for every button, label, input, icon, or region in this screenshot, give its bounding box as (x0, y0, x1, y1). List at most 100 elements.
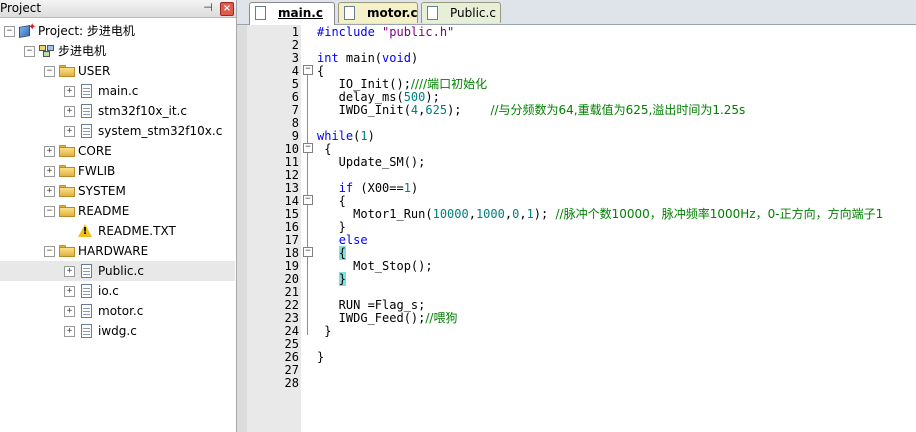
expand-icon[interactable]: + (44, 186, 55, 197)
expand-icon[interactable]: + (64, 306, 75, 317)
file-icon (344, 6, 355, 20)
tree-item[interactable]: + SYSTEM (0, 181, 235, 201)
fold-toggle-icon[interactable]: − (303, 65, 313, 75)
code-token: (X00== (353, 181, 404, 195)
collapse-icon[interactable]: − (4, 26, 15, 37)
code-token: , (468, 207, 476, 221)
collapse-icon[interactable]: − (44, 246, 55, 257)
code-token: "public.h" (382, 25, 455, 39)
code-line: IWDG_Feed();//喂狗 (317, 312, 912, 325)
collapse-icon[interactable]: − (44, 66, 55, 77)
code-comment: ////端口初始化 (410, 77, 488, 91)
tree-item[interactable]: + motor.c (0, 301, 235, 321)
file-icon (78, 303, 96, 319)
code-token: , (519, 207, 527, 221)
code-token: 625 (425, 103, 448, 117)
line-numbers: 1 2 3 4 5 6 7 8 9 10 11 12 13 14 15 16 17 18 19 20 21 22 23 24 2… (247, 26, 299, 390)
tab-main-c[interactable]: main.c (249, 2, 335, 25)
code-token: ); (447, 103, 491, 117)
code-token: ) (410, 181, 419, 195)
code-token: delay_ms( (317, 90, 404, 104)
tree-item[interactable]: − 步进电机 (0, 41, 235, 61)
code-token: void (382, 51, 411, 65)
tree-item-label: main.c (98, 84, 139, 98)
tree-item-label: stm32f10x_it.c (98, 104, 187, 118)
tree-item[interactable]: + io.c (0, 281, 235, 301)
code-token: } (317, 220, 346, 234)
tree-item[interactable]: + main.c (0, 81, 235, 101)
expand-icon[interactable]: + (64, 286, 75, 297)
tree-item[interactable]: + stm32f10x_it.c (0, 101, 235, 121)
tree-item-label: USER (78, 64, 111, 78)
expand-icon[interactable]: + (44, 166, 55, 177)
folder-icon (58, 143, 76, 159)
target-group-icon (38, 43, 56, 59)
fold-toggle-icon[interactable]: − (303, 247, 313, 257)
code-line: if (X00==1) (317, 182, 912, 195)
expand-icon[interactable]: + (64, 266, 75, 277)
code-token: ) (410, 51, 419, 65)
file-icon (255, 6, 266, 20)
code-line: } (317, 325, 912, 338)
tree-item[interactable]: − HARDWARE (0, 241, 235, 261)
fold-line (307, 75, 308, 335)
tree-item[interactable]: − ✦ Project: 步进电机 (0, 21, 235, 41)
project-panel: Project ⊣ × − ✦ Project: 步进电机 − 步进电机 − USER + ma… (0, 0, 237, 432)
editor-area: main.c motor.c Public.c 1 2 3 4 5 6 7 8 9 10 11 12 1… (237, 0, 916, 432)
code-token: 10000 (432, 207, 469, 221)
code-token: ); (533, 207, 556, 221)
tab-label: main.c (278, 6, 323, 20)
code-comment: //与分频数为64,重载值为625,溢出时间为1.25s (490, 103, 746, 117)
tree-item-label: FWLIB (78, 164, 116, 178)
file-icon (78, 123, 96, 139)
tree-item[interactable]: − README (0, 201, 235, 221)
code-token: else (338, 233, 368, 247)
expand-icon[interactable]: + (64, 86, 75, 97)
tree-item[interactable]: − USER (0, 61, 235, 81)
code-line: #include "public.h" (317, 26, 912, 39)
code-token: while (317, 129, 354, 143)
file-icon (78, 323, 96, 339)
collapse-icon[interactable]: − (24, 46, 35, 57)
expand-icon[interactable]: + (44, 146, 55, 157)
folder-icon (58, 63, 76, 79)
code-line: else (317, 234, 912, 247)
fold-toggle-icon[interactable]: − (303, 143, 313, 153)
code-comment: //脉冲个数10000，脉冲频率1000Hz，0-正方向，方向端子1 (555, 207, 884, 221)
close-icon[interactable]: × (220, 2, 234, 16)
code-token: 1 (360, 129, 368, 143)
tree-item-label: README.TXT (98, 224, 176, 238)
tree-item-label: SYSTEM (78, 184, 126, 198)
tree-item[interactable]: + iwdg.c (0, 321, 235, 341)
code-token: IWDG_Init( (317, 103, 411, 117)
tree-item[interactable]: + Public.c (0, 261, 235, 281)
fold-toggle-icon[interactable]: − (303, 195, 313, 205)
pin-icon[interactable]: ⊣ (202, 2, 214, 14)
tree-item-label: README (78, 204, 130, 218)
code-token: , (504, 207, 513, 221)
code-token: RUN =Flag_s; (317, 298, 426, 312)
expand-icon[interactable]: + (64, 106, 75, 117)
expand-icon[interactable]: + (64, 326, 75, 337)
code-token: } (317, 324, 332, 338)
collapse-icon[interactable]: − (44, 206, 55, 217)
code-editor[interactable]: #include "public.h" int main(void){ IO_In… (317, 26, 912, 390)
tree-item[interactable]: + FWLIB (0, 161, 235, 181)
code-line: Update_SM(); (317, 156, 912, 169)
code-line: int main(void) (317, 52, 912, 65)
tab-motor-c[interactable]: motor.c (338, 2, 418, 23)
tree-item[interactable]: + CORE (0, 141, 235, 161)
tab-public-c[interactable]: Public.c (421, 2, 501, 23)
breakpoint-margin[interactable] (237, 25, 247, 432)
code-token: 1 (526, 207, 534, 221)
tree-item[interactable]: + system_stm32f10x.c (0, 121, 235, 141)
tree-item[interactable]: ! README.TXT (0, 221, 235, 241)
expand-icon[interactable]: + (64, 126, 75, 137)
code-token: 1 (403, 181, 411, 195)
tab-strip: main.c motor.c Public.c (237, 0, 916, 25)
tree-item-label: Public.c (98, 264, 144, 278)
